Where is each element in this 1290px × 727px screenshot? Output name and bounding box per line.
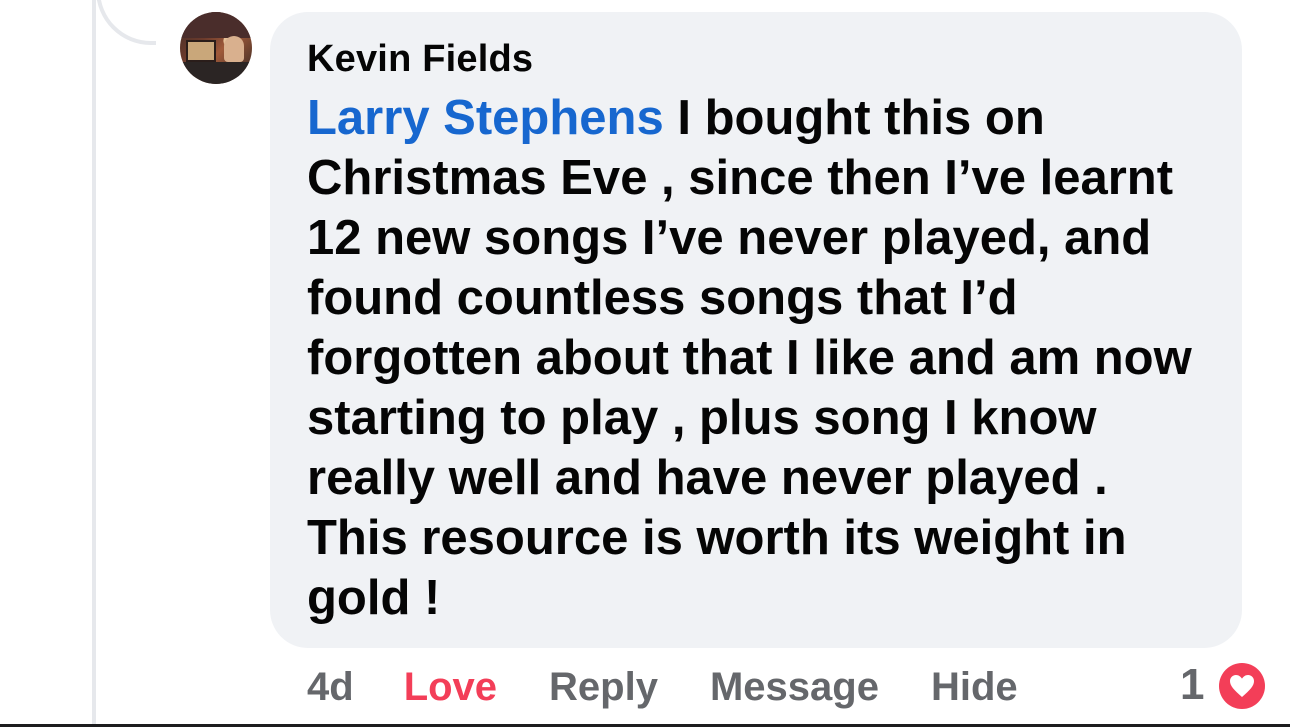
comment-actions: 4d Love Reply Message Hide [307, 662, 1018, 712]
message-button[interactable]: Message [710, 665, 879, 710]
reaction-count[interactable]: 1 [1180, 660, 1204, 710]
hide-button[interactable]: Hide [931, 665, 1018, 710]
timestamp[interactable]: 4d [307, 665, 354, 710]
reply-connector [96, 0, 156, 45]
comment-body: Larry Stephens I bought this on Christma… [307, 88, 1217, 628]
comment-author[interactable]: Kevin Fields [307, 38, 533, 81]
love-button[interactable]: Love [404, 665, 497, 710]
heart-icon [1219, 663, 1265, 709]
thread-line [92, 0, 96, 727]
avatar[interactable] [180, 12, 252, 84]
reply-button[interactable]: Reply [549, 665, 658, 710]
mention-link[interactable]: Larry Stephens [307, 91, 664, 145]
reaction-badge[interactable] [1216, 660, 1268, 712]
comment-text: I bought this on Christmas Eve , since t… [307, 91, 1206, 625]
